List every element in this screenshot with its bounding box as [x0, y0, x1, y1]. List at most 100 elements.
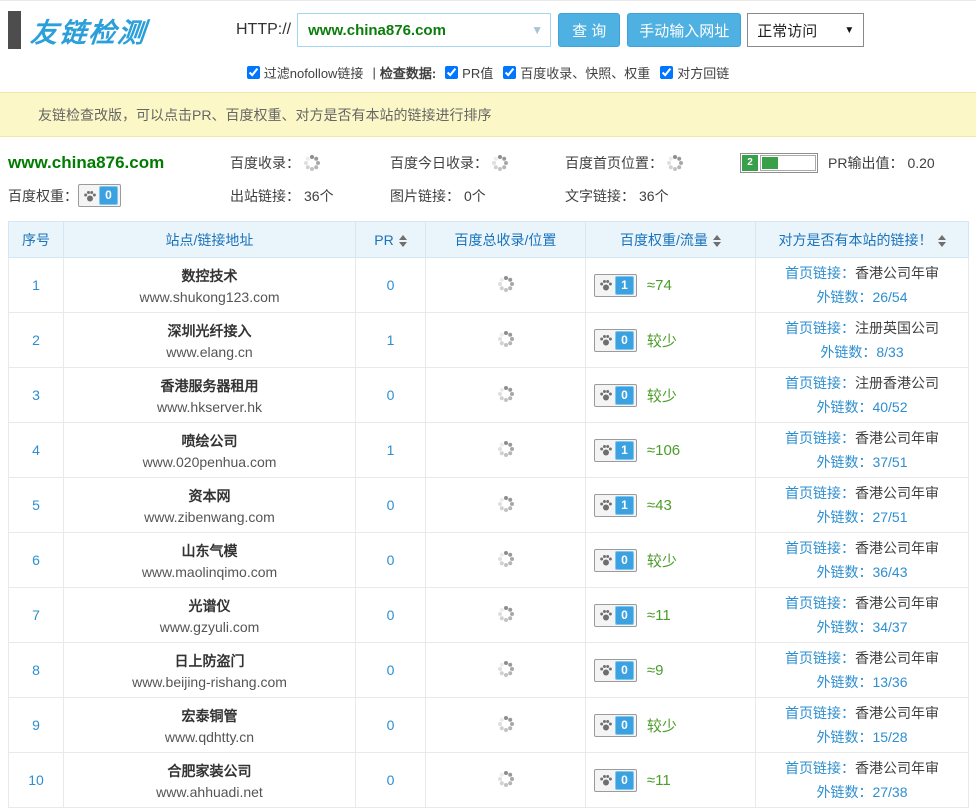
paw-icon: [599, 718, 613, 732]
baidu-weight-number: 0: [615, 386, 634, 405]
out-count-label: 外链数：: [820, 344, 876, 360]
row-weight: 0 ≈11: [586, 588, 756, 643]
out-count-line[interactable]: 外链数：34/37: [756, 617, 968, 637]
out-count-label: 外链数：: [816, 289, 872, 305]
home-link-line: 首页链接：香港公司年审: [756, 483, 968, 503]
manual-input-button[interactable]: 手动输入网址: [627, 13, 741, 47]
out-count-label: 外链数：: [816, 564, 872, 580]
sort-icon[interactable]: [938, 235, 946, 247]
out-count-label: 外链数：: [816, 399, 872, 415]
loading-spinner-icon: [504, 667, 508, 671]
home-link-value: 香港公司年审: [855, 650, 939, 666]
url-input[interactable]: [297, 13, 551, 47]
site-url-link[interactable]: www.elang.cn: [64, 344, 355, 360]
site-url-link[interactable]: www.zibenwang.com: [64, 509, 355, 525]
row-pr: 0: [356, 588, 426, 643]
site-url-link[interactable]: www.beijing-rishang.com: [64, 674, 355, 690]
filter-nofollow-checkbox[interactable]: [247, 66, 260, 79]
row-seq: 5: [9, 478, 64, 533]
site-name: 山东气模: [64, 541, 355, 561]
sort-icon[interactable]: [713, 235, 721, 247]
table-row: 7 光谱仪 www.gzyuli.com 0 0 ≈11: [9, 588, 969, 643]
out-count-line[interactable]: 外链数：13/36: [756, 672, 968, 692]
baidu-weight-badge: 1: [594, 274, 637, 297]
out-count-line[interactable]: 外链数：8/33: [756, 342, 968, 362]
out-count-line[interactable]: 外链数：36/43: [756, 562, 968, 582]
out-count-line[interactable]: 外链数：15/28: [756, 727, 968, 747]
site-url-link[interactable]: www.maolinqimo.com: [64, 564, 355, 580]
text-links-item: 文字链接： 36个: [565, 186, 740, 206]
checked-domain: www.china876.com: [8, 153, 230, 173]
site-url-link[interactable]: www.shukong123.com: [64, 289, 355, 305]
out-count-line[interactable]: 外链数：40/52: [756, 397, 968, 417]
traffic-estimate: 较少: [647, 553, 677, 570]
home-link-value: 香港公司年审: [855, 265, 939, 281]
home-link-line: 首页链接：香港公司年审: [756, 593, 968, 613]
out-count-value: 13/36: [872, 674, 907, 690]
paw-icon: [599, 663, 613, 677]
query-button[interactable]: 查 询: [558, 13, 620, 47]
site-url-link[interactable]: www.gzyuli.com: [64, 619, 355, 635]
loading-spinner-icon: [504, 392, 508, 396]
home-link-line: 首页链接：香港公司年审: [756, 538, 968, 558]
out-count-value: 26/54: [872, 289, 907, 305]
pr-value-option[interactable]: PR值: [445, 63, 493, 82]
site-url-link[interactable]: www.qdhtty.cn: [64, 729, 355, 745]
filter-nofollow-option[interactable]: 过滤nofollow链接: [247, 63, 364, 82]
out-count-line[interactable]: 外链数：26/54: [756, 287, 968, 307]
col-header-weight[interactable]: 百度权重/流量: [586, 222, 756, 258]
row-baidu-status: [426, 533, 586, 588]
out-count-label: 外链数：: [816, 619, 872, 635]
col-header-pr[interactable]: PR: [356, 222, 426, 258]
site-name: 深圳光纤接入: [64, 321, 355, 341]
pr-output-label: PR输出值：: [828, 153, 903, 173]
baidu-homepos-item: 百度首页位置：: [565, 153, 740, 173]
row-baidu-status: [426, 588, 586, 643]
out-count-line[interactable]: 外链数：27/38: [756, 782, 968, 802]
out-links-item: 出站链接： 36个: [230, 186, 390, 206]
baidu-weight-item: 百度权重： 0: [8, 184, 230, 207]
access-mode-select[interactable]: 正常访问 ▼: [747, 13, 864, 47]
baidu-today-item: 百度今日收录：: [390, 153, 565, 173]
header-bar: 友链检测 HTTP:// ▼ 查 询 手动输入网址 正常访问 ▼: [0, 1, 976, 59]
row-pr: 0: [356, 643, 426, 698]
out-count-line[interactable]: 外链数：27/51: [756, 507, 968, 527]
brand-accent-bar: [8, 11, 21, 49]
pr-value-checkbox[interactable]: [445, 66, 458, 79]
home-link-value: 香港公司年审: [855, 485, 939, 501]
home-link-value: 注册香港公司: [855, 375, 939, 391]
home-link-label: 首页链接：: [785, 760, 855, 776]
baidu-weight-number: 0: [615, 551, 634, 570]
summary-row-1: www.china876.com 百度收录： 百度今日收录： 百度首页位置： 2: [8, 146, 968, 179]
table-row: 3 香港服务器租用 www.hkserver.hk 0 0 较少: [9, 368, 969, 423]
table-header-row: 序号 站点/链接地址 PR 百度总收录/位置 百度权重/流量 对方是否有本站的链…: [9, 222, 969, 258]
sort-icon[interactable]: [399, 235, 407, 247]
backlink-option[interactable]: 对方回链: [660, 63, 729, 82]
site-url-link[interactable]: www.hkserver.hk: [64, 399, 355, 415]
home-link-label: 首页链接：: [785, 540, 855, 556]
site-name: 日上防盗门: [64, 651, 355, 671]
baidu-data-option[interactable]: 百度收录、快照、权重: [503, 63, 650, 82]
paw-icon: [599, 773, 613, 787]
paw-icon: [599, 278, 613, 292]
row-weight: 0 ≈11: [586, 753, 756, 808]
row-site: 喷绘公司 www.020penhua.com: [64, 423, 356, 478]
baidu-weight-badge: 0: [594, 769, 637, 792]
baidu-included-item: 百度收录：: [230, 153, 390, 173]
row-weight: 0 ≈9: [586, 643, 756, 698]
baidu-data-checkbox[interactable]: [503, 66, 516, 79]
col-header-backlink[interactable]: 对方是否有本站的链接！: [756, 222, 969, 258]
notice-text: 友链检查改版，可以点击PR、百度权重、对方是否有本站的链接进行排序: [38, 105, 491, 125]
link-results-table: 序号 站点/链接地址 PR 百度总收录/位置 百度权重/流量 对方是否有本站的链…: [8, 221, 969, 808]
row-pr: 0: [356, 478, 426, 533]
row-pr: 1: [356, 423, 426, 478]
site-url-link[interactable]: www.020penhua.com: [64, 454, 355, 470]
out-count-label: 外链数：: [816, 674, 872, 690]
loading-spinner-icon: [504, 722, 508, 726]
out-count-line[interactable]: 外链数：37/51: [756, 452, 968, 472]
home-link-label: 首页链接：: [785, 265, 855, 281]
page-title: 友链检测: [29, 11, 238, 50]
row-site: 山东气模 www.maolinqimo.com: [64, 533, 356, 588]
backlink-checkbox[interactable]: [660, 66, 673, 79]
row-site: 香港服务器租用 www.hkserver.hk: [64, 368, 356, 423]
